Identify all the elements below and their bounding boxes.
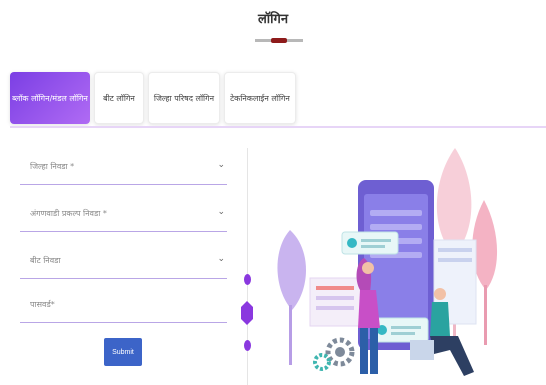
- carousel-dot[interactable]: [244, 274, 251, 285]
- beat-select-label: बीट निवडा: [30, 256, 61, 265]
- beat-select[interactable]: बीट निवडा ⌄: [20, 244, 227, 279]
- tab-zp-login[interactable]: जिल्हा परिषद लॉगिन: [148, 72, 220, 124]
- page-title: लॉगिन: [257, 12, 289, 27]
- tree-left: [277, 230, 306, 365]
- carousel-dot-active[interactable]: [241, 301, 253, 325]
- chevron-down-icon: ⌄: [217, 254, 225, 264]
- password-field[interactable]: पासवर्ड*: [20, 288, 227, 323]
- tab-block-login[interactable]: ब्लॉक लॉगिन/मंडल लॉगिन: [10, 72, 90, 124]
- project-select[interactable]: अंगणवाडी प्रकल्प निवडा * ⌄: [20, 197, 227, 232]
- login-illustration: [277, 148, 498, 376]
- tab-beat-login[interactable]: बीट लॉगिन: [94, 72, 144, 124]
- chevron-down-icon: ⌄: [217, 207, 225, 217]
- chevron-down-icon: ⌄: [217, 160, 225, 170]
- carousel-dot[interactable]: [244, 340, 251, 351]
- submit-button[interactable]: Submit: [104, 338, 142, 366]
- title-underline: [255, 38, 303, 43]
- district-select-label: जिल्हा निवडा *: [30, 162, 75, 171]
- tab-technical-login[interactable]: टेकनिकलाईन लॉगिन: [224, 72, 296, 124]
- password-field-label: पासवर्ड*: [30, 300, 55, 309]
- project-select-label: अंगणवाडी प्रकल्प निवडा *: [30, 209, 107, 218]
- title-underline-mark: [271, 38, 287, 43]
- district-select[interactable]: जिल्हा निवडा * ⌄: [20, 150, 227, 185]
- tabs-underline: [10, 126, 546, 128]
